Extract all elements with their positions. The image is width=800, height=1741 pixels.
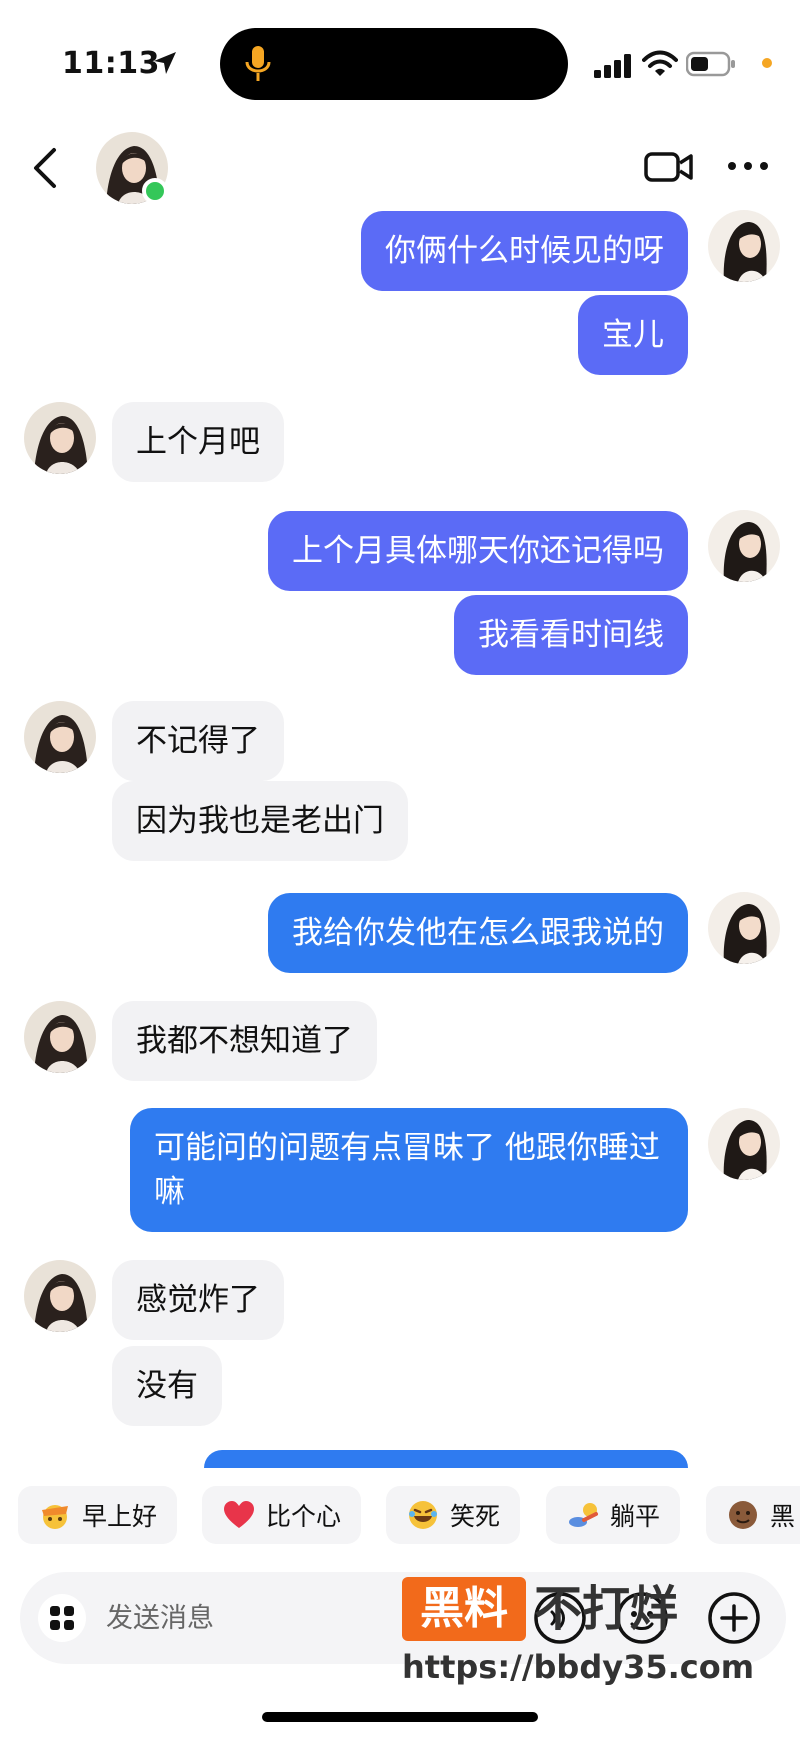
online-status-dot xyxy=(142,178,168,204)
status-time: 11:13 xyxy=(62,46,160,81)
quick-reply-label: 躺平 xyxy=(610,1502,661,1531)
heart-icon xyxy=(224,1501,254,1528)
quick-reply-label: 早上好 xyxy=(82,1502,158,1531)
status-bar: 11:13 xyxy=(0,0,800,120)
microphone-icon xyxy=(245,46,271,81)
message-bubble-partial xyxy=(204,1450,688,1468)
contact-avatar[interactable] xyxy=(24,701,96,773)
quick-reply-chip[interactable]: 比个心 xyxy=(202,1486,362,1544)
quick-reply-label: 黑 xyxy=(770,1502,796,1531)
message-bubble-incoming[interactable]: 我都不想知道了 xyxy=(112,1001,377,1081)
morning-emoji-icon xyxy=(42,1505,68,1529)
watermark-badge: 黑料 xyxy=(402,1577,526,1641)
quick-reply-label: 笑死 xyxy=(450,1502,501,1531)
message-bubble-incoming[interactable]: 不记得了 xyxy=(112,701,284,781)
my-avatar[interactable] xyxy=(708,510,780,582)
message-bubble-outgoing[interactable]: 可能问的问题有点冒昧了 他跟你睡过嘛 xyxy=(130,1108,688,1232)
contact-avatar[interactable] xyxy=(24,1260,96,1332)
message-bubble-outgoing[interactable]: 上个月具体哪天你还记得吗 xyxy=(268,511,688,591)
dynamic-island xyxy=(220,28,568,100)
home-indicator xyxy=(262,1712,538,1722)
video-call-icon[interactable] xyxy=(644,148,694,186)
my-avatar[interactable] xyxy=(708,1108,780,1180)
quick-reply-chip[interactable]: 躺平 xyxy=(546,1486,681,1544)
message-bubble-outgoing[interactable]: 我给你发他在怎么跟我说的 xyxy=(268,893,688,973)
message-bubble-incoming[interactable]: 感觉炸了 xyxy=(112,1260,284,1340)
message-bubble-outgoing[interactable]: 你俩什么时候见的呀 xyxy=(361,211,688,291)
message-bubble-incoming[interactable]: 没有 xyxy=(112,1346,222,1426)
lying-flat-emoji-icon xyxy=(569,1503,598,1527)
contact-avatar[interactable] xyxy=(24,402,96,474)
apps-grid-icon[interactable] xyxy=(38,1594,86,1642)
contact-avatar[interactable] xyxy=(24,1001,96,1073)
message-bubble-outgoing[interactable]: 我看看时间线 xyxy=(454,595,688,675)
back-chevron-icon[interactable] xyxy=(28,146,64,190)
message-bubble-incoming[interactable]: 上个月吧 xyxy=(112,402,284,482)
more-dots-icon[interactable] xyxy=(726,156,770,176)
wifi-icon xyxy=(642,50,678,76)
location-arrow-icon xyxy=(154,52,176,74)
privacy-indicator-dot xyxy=(762,58,772,68)
battery-icon xyxy=(686,51,735,77)
message-input[interactable]: 发送消息 xyxy=(106,1596,214,1635)
quick-reply-chip[interactable]: 笑死 xyxy=(386,1486,521,1544)
message-bubble-incoming[interactable]: 因为我也是老出门 xyxy=(112,781,408,861)
my-avatar[interactable] xyxy=(708,892,780,964)
add-attachment-icon[interactable] xyxy=(706,1590,762,1646)
watermark-url: https://bbdy35.com xyxy=(402,1648,755,1686)
laughing-emoji-icon xyxy=(409,1501,437,1529)
chat-header xyxy=(0,120,800,210)
quick-reply-chip[interactable]: 黑 xyxy=(706,1486,800,1544)
message-bubble-outgoing[interactable]: 宝儿 xyxy=(578,295,688,375)
dark-emoji-icon xyxy=(729,1501,757,1529)
watermark-text: 不打烊 xyxy=(534,1581,679,1637)
quick-reply-label: 比个心 xyxy=(266,1502,342,1531)
quick-reply-bar: 早上好 比个心 笑死 躺平 黑 xyxy=(0,1468,800,1558)
quick-reply-chip[interactable]: 早上好 xyxy=(18,1486,178,1544)
cellular-signal-icon xyxy=(594,54,631,78)
my-avatar[interactable] xyxy=(708,210,780,282)
